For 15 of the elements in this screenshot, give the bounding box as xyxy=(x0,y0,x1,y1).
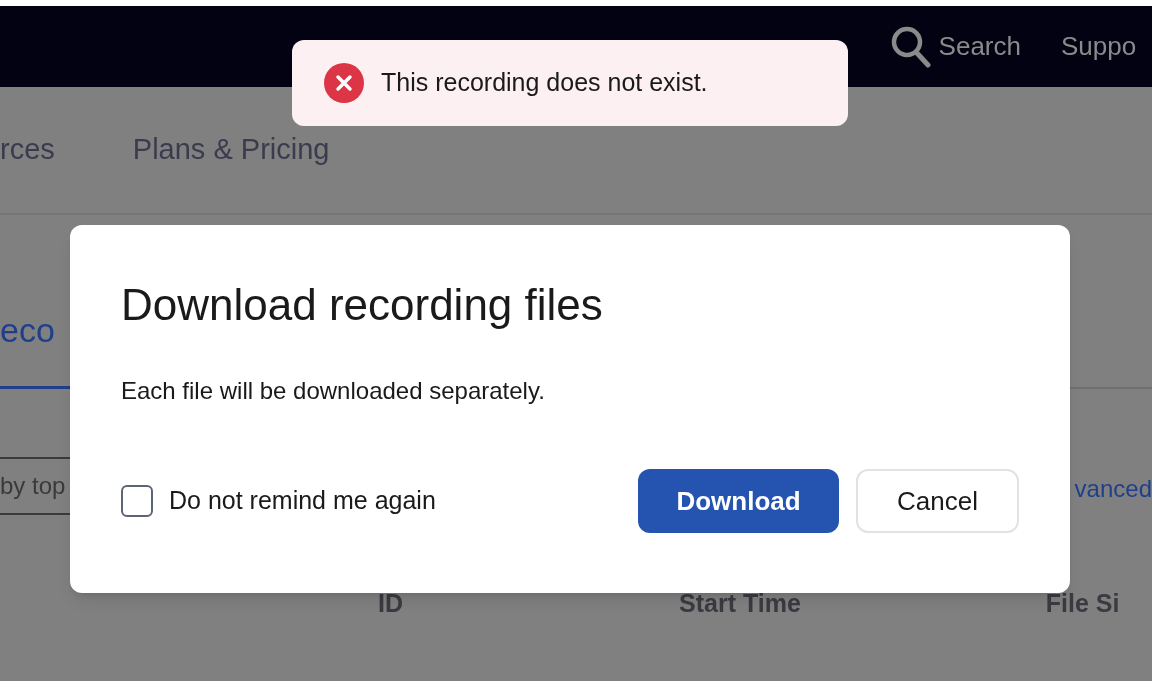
search-link[interactable]: Search xyxy=(890,25,1021,68)
dialog-message: Each file will be downloaded separately. xyxy=(121,376,546,406)
column-header: Start Time xyxy=(679,588,801,619)
download-button[interactable]: Download xyxy=(638,469,839,533)
dialog-title: Download recording files xyxy=(121,279,604,331)
cancel-button[interactable]: Cancel xyxy=(856,469,1019,533)
column-header: ID xyxy=(378,588,403,619)
nav-link[interactable]: Suppo xyxy=(1061,27,1152,66)
error-icon xyxy=(324,63,364,103)
filter-field[interactable]: by top xyxy=(0,457,90,515)
checkbox[interactable] xyxy=(121,485,153,517)
search-icon xyxy=(890,25,931,68)
checkbox-label: Do not remind me again xyxy=(169,485,436,517)
toast-message: This recording does not exist. xyxy=(381,67,708,99)
column-header: File Si xyxy=(1045,588,1120,619)
